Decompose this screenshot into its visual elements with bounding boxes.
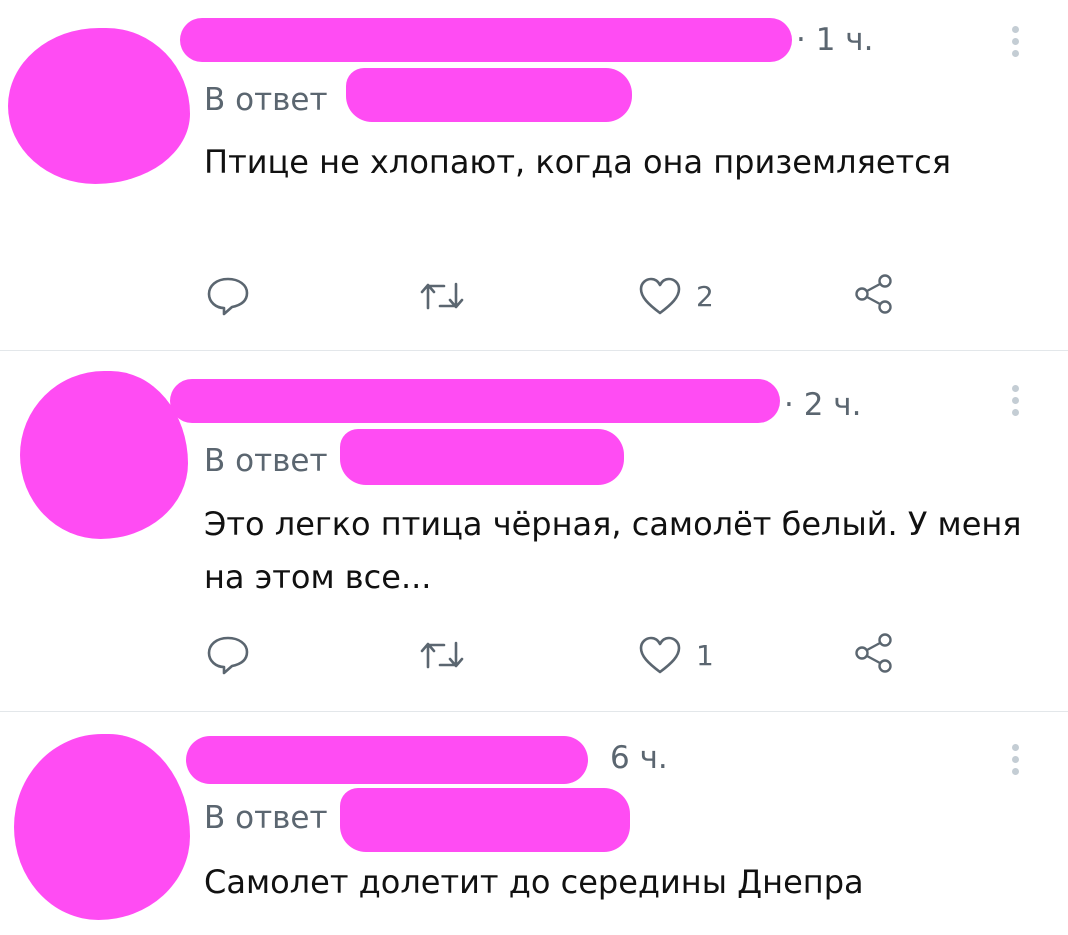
avatar[interactable]	[14, 734, 190, 920]
reply-button[interactable]	[206, 635, 250, 675]
tweet[interactable]: · 1 ч. В ответ Птице не хлопают, когда о…	[0, 0, 1068, 350]
more-vertical-icon[interactable]	[1012, 385, 1020, 421]
like-button[interactable]: 2	[638, 276, 714, 316]
like-button[interactable]: 1	[638, 635, 714, 675]
share-button[interactable]	[852, 631, 896, 675]
reply-icon	[207, 277, 249, 316]
like-count: 2	[696, 279, 714, 313]
like-count: 1	[696, 638, 714, 672]
heart-icon	[639, 636, 681, 674]
reply-to-label: В ответ	[204, 800, 328, 836]
tweet-text: Птице не хлопают, когда она приземляется	[204, 143, 951, 181]
share-icon	[855, 633, 892, 673]
redacted-reply-handle	[340, 429, 624, 485]
retweet-button[interactable]	[418, 278, 466, 314]
tweet-text: Это легко птица чёрная, самолёт белый. У…	[204, 505, 1022, 596]
retweet-icon	[420, 641, 464, 669]
redacted-username	[170, 379, 780, 423]
reply-to-label: В ответ	[204, 443, 328, 479]
retweet-button[interactable]	[418, 637, 466, 673]
tweet-time: 6 ч.	[610, 740, 668, 776]
more-vertical-icon[interactable]	[1012, 744, 1020, 780]
heart-icon	[639, 277, 681, 315]
avatar[interactable]	[8, 28, 190, 184]
share-icon	[855, 274, 892, 314]
tweet-time: · 1 ч.	[796, 22, 874, 58]
tweet[interactable]: · 2 ч. В ответ Это легко птица чёрная, с…	[0, 351, 1068, 711]
reply-to-label: В ответ	[204, 82, 328, 118]
redacted-username	[186, 736, 588, 784]
avatar[interactable]	[20, 371, 188, 539]
more-vertical-icon[interactable]	[1012, 26, 1020, 62]
tweet-text: Самолет долетит до середины Днепра	[204, 863, 864, 901]
reply-button[interactable]	[206, 276, 250, 316]
redacted-reply-handle	[340, 788, 630, 852]
tweet-time: · 2 ч.	[784, 387, 862, 423]
redacted-username	[180, 18, 792, 62]
reply-icon	[207, 636, 249, 675]
share-button[interactable]	[852, 272, 896, 316]
redacted-reply-handle	[346, 68, 632, 122]
tweet[interactable]: 6 ч. В ответ Самолет долетит до середины…	[0, 712, 1068, 935]
retweet-icon	[420, 282, 464, 310]
